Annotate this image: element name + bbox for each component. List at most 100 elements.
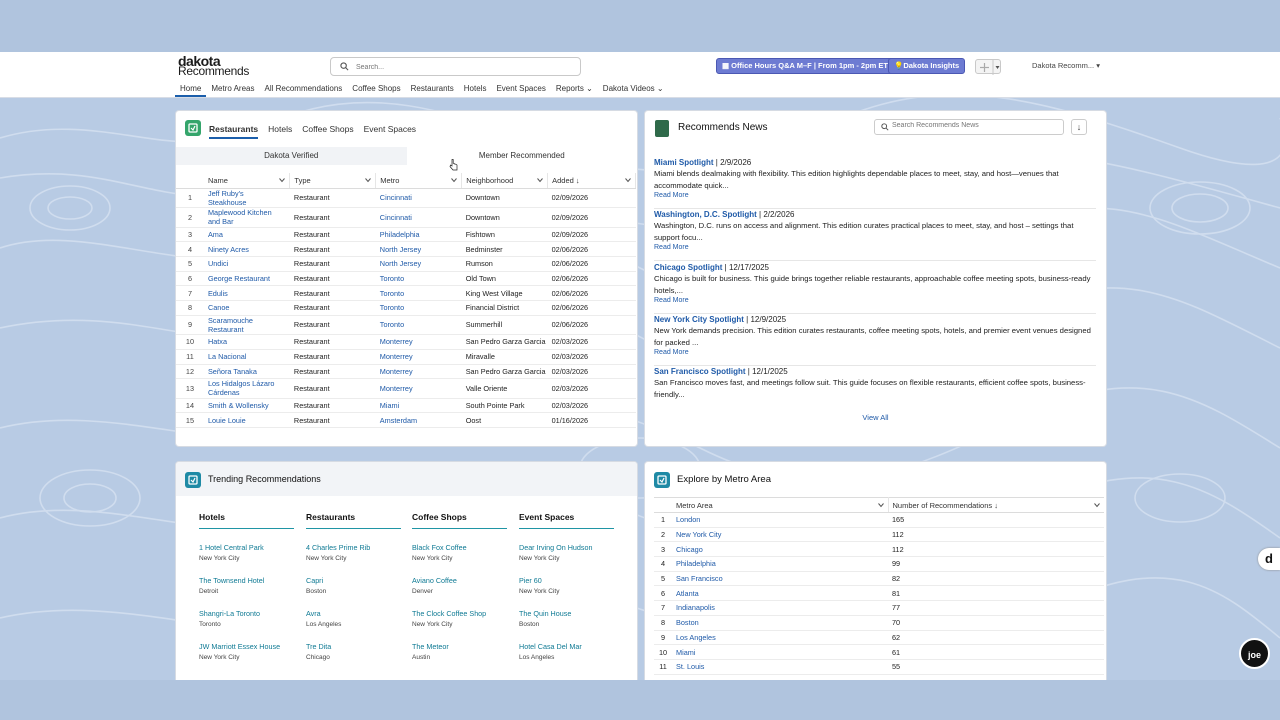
nav-metro-areas[interactable]: Metro Areas bbox=[206, 82, 259, 97]
news-search[interactable] bbox=[874, 119, 1064, 135]
read-more-link[interactable]: Read More bbox=[654, 192, 1096, 199]
metro-area-link[interactable]: London bbox=[676, 515, 700, 524]
table-row[interactable]: 8 Boston 70 bbox=[654, 615, 1104, 631]
nav-restaurants[interactable]: Restaurants bbox=[406, 82, 459, 97]
table-row[interactable]: 13 Los Hidalgos Lázaro Cárdenas Restaurant… bbox=[176, 378, 636, 399]
table-row[interactable]: 11 La Nacional Restaurant Monterrey Miravall… bbox=[176, 349, 636, 365]
trending-entry-link[interactable]: Hotel Casa Del Mar bbox=[519, 642, 614, 651]
subtab-member-recommended[interactable]: Member Recommended bbox=[407, 147, 638, 165]
metro-link[interactable]: Toronto bbox=[380, 303, 404, 312]
add-menu-button[interactable] bbox=[975, 59, 1001, 75]
recommendation-link[interactable]: La Nacional bbox=[208, 352, 247, 361]
table-row[interactable]: 9 Los Angeles 62 bbox=[654, 630, 1104, 646]
news-title-link[interactable]: Washington, D.C. Spotlight bbox=[654, 210, 757, 219]
trending-entry-link[interactable]: Pier 60 bbox=[519, 576, 614, 585]
metro-area-link[interactable]: Miami bbox=[676, 648, 695, 657]
read-more-link[interactable]: Read More bbox=[654, 349, 1096, 356]
recommendation-link[interactable]: Los Hidalgos Lázaro Cárdenas bbox=[208, 379, 284, 397]
column-header-metro[interactable]: Metro bbox=[375, 173, 463, 189]
table-row[interactable]: 8 Canoe Restaurant Toronto Financial Distric… bbox=[176, 300, 636, 316]
column-header-added[interactable]: Added ↓ bbox=[547, 173, 636, 189]
table-row[interactable]: 2 Maplewood Kitchen and Bar Restaurant Cinc… bbox=[176, 207, 636, 228]
trending-entry-link[interactable]: Aviano Coffee bbox=[412, 576, 507, 585]
recommendation-link[interactable]: Hatxa bbox=[208, 337, 227, 346]
recommendation-link[interactable]: George Restaurant bbox=[208, 274, 270, 283]
read-more-link[interactable]: Read More bbox=[654, 297, 1096, 304]
metro-link[interactable]: Toronto bbox=[380, 274, 404, 283]
recommendation-link[interactable]: Ninety Acres bbox=[208, 245, 249, 254]
news-title-link[interactable]: San Francisco Spotlight bbox=[654, 367, 746, 376]
table-row[interactable]: 6 George Restaurant Restaurant Toronto Old T… bbox=[176, 271, 636, 287]
d-widget-button[interactable]: d bbox=[1258, 548, 1280, 570]
dakota-logo[interactable]: dakota Recommends bbox=[178, 54, 249, 77]
metro-link[interactable]: Philadelphia bbox=[380, 230, 420, 239]
column-header-neighborhood[interactable]: Neighborhood bbox=[461, 173, 549, 189]
recommendation-link[interactable]: Louie Louie bbox=[208, 416, 246, 425]
metro-link[interactable]: North Jersey bbox=[380, 259, 421, 268]
news-title-link[interactable]: Miami Spotlight bbox=[654, 158, 714, 167]
metro-area-link[interactable]: Chicago bbox=[676, 545, 703, 554]
metro-area-link[interactable]: Boston bbox=[676, 618, 699, 627]
trending-entry-link[interactable]: Tre Dita bbox=[306, 642, 401, 651]
metro-area-link[interactable]: St. Louis bbox=[676, 662, 704, 671]
table-row[interactable]: 6 Atlanta 81 bbox=[654, 585, 1104, 602]
tab-restaurants[interactable]: Restaurants bbox=[209, 124, 259, 139]
metro-link[interactable]: Cincinnati bbox=[380, 213, 412, 222]
table-row[interactable]: 9 Scaramouche Restaurant Restaurant Toronto… bbox=[176, 315, 636, 336]
table-row[interactable]: 10 Miami 61 bbox=[654, 644, 1104, 660]
table-row[interactable]: 1 London 165 bbox=[654, 512, 1104, 528]
metro-link[interactable]: North Jersey bbox=[380, 245, 421, 254]
metro-area-link[interactable]: New York City bbox=[676, 530, 721, 539]
user-menu[interactable]: Dakota Recomm... ▾ bbox=[1032, 61, 1100, 70]
nav-home[interactable]: Home bbox=[175, 82, 207, 97]
dakota-insights-button[interactable]: 💡Dakota Insights bbox=[888, 58, 966, 74]
metro-area-link[interactable]: Philadelphia bbox=[676, 559, 716, 568]
office-hours-button[interactable]: ▦ Office Hours Q&A M–F | From 1pm - 2pm … bbox=[716, 58, 895, 74]
recommendation-link[interactable]: Señora Tanaka bbox=[208, 367, 257, 376]
metro-area-link[interactable]: Atlanta bbox=[676, 589, 699, 598]
metro-link[interactable]: Monterrey bbox=[380, 337, 413, 346]
column-header-name[interactable]: Name bbox=[203, 173, 291, 189]
nav-dakota-videos[interactable]: Dakota Videos ⌄ bbox=[598, 82, 669, 97]
column-header-metro-area[interactable]: Metro Area bbox=[672, 497, 889, 513]
trending-entry-link[interactable]: 1 Hotel Central Park bbox=[199, 543, 294, 552]
trending-entry-link[interactable]: Avra bbox=[306, 609, 401, 618]
metro-link[interactable]: Amsterdam bbox=[380, 416, 417, 425]
trending-entry-link[interactable]: Shangri-La Toronto bbox=[199, 609, 294, 618]
trending-entry-link[interactable]: The Quin House bbox=[519, 609, 614, 618]
metro-link[interactable]: Cincinnati bbox=[380, 193, 412, 202]
table-row[interactable]: 14 Smith & Wollensky Restaurant Miami South … bbox=[176, 398, 636, 414]
table-row[interactable]: 15 Louie Louie Restaurant Amsterdam Oost 01/1… bbox=[176, 412, 636, 429]
view-all-link[interactable]: View All bbox=[645, 413, 1106, 422]
trending-entry-link[interactable]: Capri bbox=[306, 576, 401, 585]
trending-entry-link[interactable]: The Clock Coffee Shop bbox=[412, 609, 507, 618]
tab-event-spaces[interactable]: Event Spaces bbox=[364, 124, 416, 139]
column-header-type[interactable]: Type bbox=[289, 173, 377, 189]
column-header-count[interactable]: Number of Recommendations ↓ bbox=[888, 497, 1104, 513]
trending-entry-link[interactable]: The Townsend Hotel bbox=[199, 576, 294, 585]
table-row[interactable]: 7 Indianapolis 77 bbox=[654, 600, 1104, 616]
table-row[interactable]: 12 Señora Tanaka Restaurant Monterrey San Pe… bbox=[176, 364, 636, 380]
table-row[interactable]: 2 New York City 112 bbox=[654, 527, 1104, 543]
trending-entry-link[interactable]: 4 Charles Prime Rib bbox=[306, 543, 401, 552]
metro-area-link[interactable]: Los Angeles bbox=[676, 633, 716, 642]
table-row[interactable]: 5 Undici Restaurant North Jersey Rumson 02/06… bbox=[176, 256, 636, 272]
joe-chat-button[interactable]: joe bbox=[1239, 638, 1270, 669]
nav-hotels[interactable]: Hotels bbox=[459, 82, 492, 97]
news-title-link[interactable]: New York City Spotlight bbox=[654, 315, 744, 324]
news-title-link[interactable]: Chicago Spotlight bbox=[654, 263, 722, 272]
metro-link[interactable]: Monterrey bbox=[380, 352, 413, 361]
table-row[interactable]: 4 Philadelphia 99 bbox=[654, 556, 1104, 572]
recommendation-link[interactable]: Smith & Wollensky bbox=[208, 401, 269, 410]
search-input[interactable] bbox=[356, 61, 566, 73]
nav-event-spaces[interactable]: Event Spaces bbox=[491, 82, 550, 97]
table-row[interactable]: 10 Hatxa Restaurant Monterrey San Pedro Garz… bbox=[176, 334, 636, 350]
subtab-dakota-verified[interactable]: Dakota Verified bbox=[176, 147, 407, 165]
tab-coffee-shops[interactable]: Coffee Shops bbox=[302, 124, 353, 139]
global-search[interactable] bbox=[330, 57, 581, 76]
recommendation-link[interactable]: Ama bbox=[208, 230, 223, 239]
trending-entry-link[interactable]: Black Fox Coffee bbox=[412, 543, 507, 552]
recommendation-link[interactable]: Jeff Ruby's Steakhouse bbox=[208, 189, 284, 207]
read-more-link[interactable]: Read More bbox=[654, 244, 1096, 251]
table-row[interactable]: 11 St. Louis 55 bbox=[654, 659, 1104, 675]
